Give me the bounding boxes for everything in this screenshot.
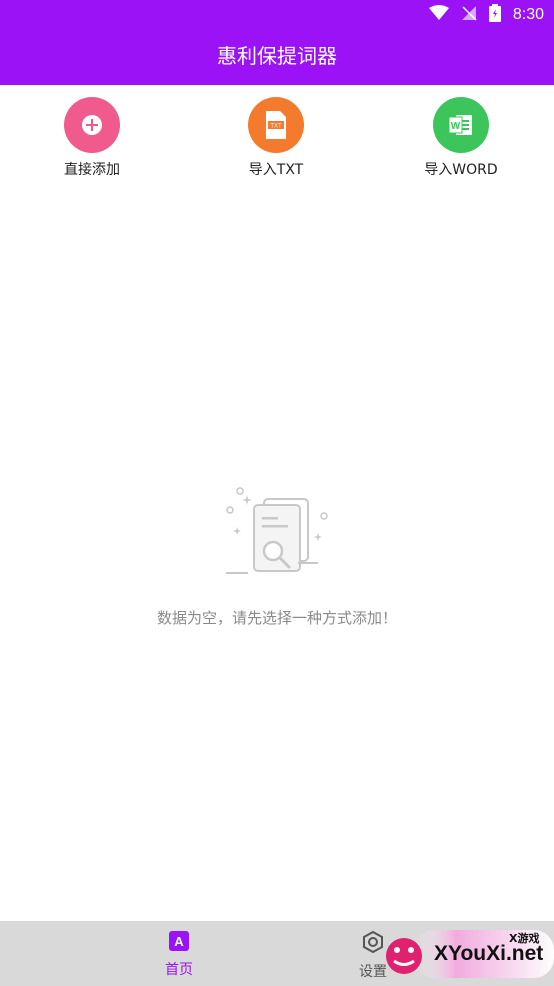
word-file-icon: W: [433, 97, 489, 153]
status-bar: 8:30: [428, 4, 544, 26]
status-time: 8:30: [512, 6, 544, 23]
import-actions: 直接添加 TXT 导入TXT W 导入WORD: [0, 97, 554, 187]
plus-icon: [64, 97, 120, 153]
gear-icon: [362, 930, 384, 957]
wifi-icon: [428, 5, 449, 25]
txt-file-icon: TXT: [248, 97, 304, 153]
svg-text:W: W: [451, 121, 461, 132]
empty-state: [0, 485, 554, 584]
add-direct-button[interactable]: 直接添加: [32, 97, 152, 179]
svg-text:TXT: TXT: [270, 124, 282, 130]
svg-text:A: A: [174, 934, 184, 949]
watermark-text: XYouXi.net: [434, 942, 544, 965]
no-signal-icon: [461, 5, 477, 25]
page-title: 惠利保提词器: [217, 44, 337, 68]
battery-icon: [488, 4, 501, 26]
import-word-label: 导入WORD: [424, 162, 498, 178]
tab-home[interactable]: A 首页: [139, 931, 219, 979]
home-tab-icon: A: [169, 931, 189, 955]
empty-state-text: 数据为空，请先选择一种方式添加！: [156, 609, 397, 627]
import-txt-label: 导入TXT: [248, 162, 304, 178]
app-header: 8:30 惠利保提词器: [0, 0, 554, 85]
document-search-icon: [222, 487, 332, 584]
watermark: X游戏 XYouXi.net: [384, 926, 554, 982]
add-direct-label: 直接添加: [64, 162, 120, 178]
import-txt-button[interactable]: TXT 导入TXT: [216, 97, 336, 179]
tab-home-label: 首页: [165, 962, 193, 978]
import-word-button[interactable]: W 导入WORD: [401, 97, 521, 179]
